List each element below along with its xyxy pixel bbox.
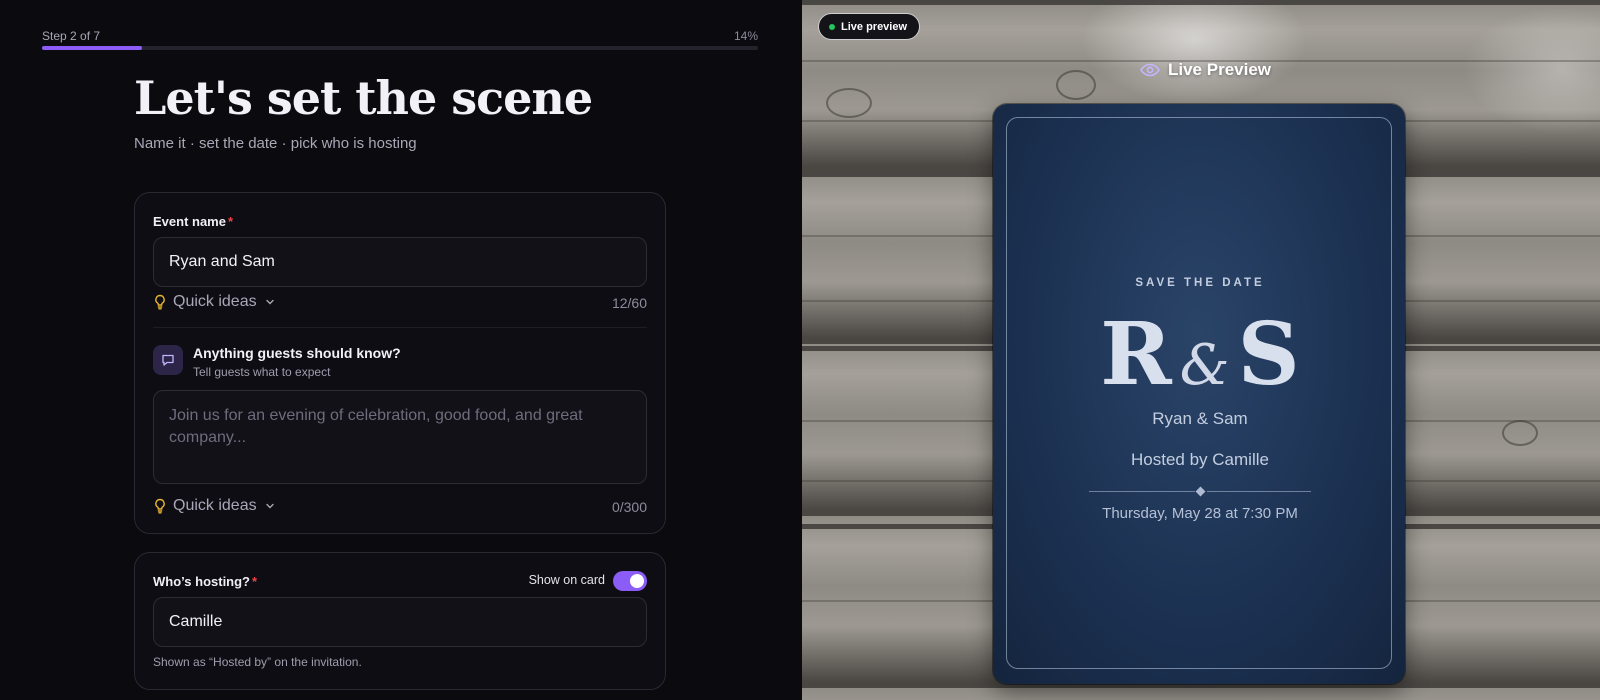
live-preview-title: Live Preview [1168, 60, 1272, 79]
save-the-date-text: SAVE THE DATE [1135, 277, 1265, 289]
form-pane: Step 2 of 7 14% Let's set the scene Name… [0, 0, 802, 700]
show-on-card-toggle[interactable] [613, 571, 647, 591]
event-details-card: Event name * Ryan and Sam Quick ideas 12/… [134, 192, 666, 534]
preview-pane: Live preview Live Preview SAVE THE DATE … [802, 0, 1600, 700]
host-card: Who’s hosting? * Show on card Camille Sho… [134, 552, 666, 690]
progress-percent-label: 14% [733, 29, 758, 43]
event-name-quick-ideas-button[interactable]: Quick ideas [153, 293, 275, 311]
section-divider [153, 327, 647, 328]
host-input[interactable]: Camille [153, 597, 647, 647]
guests-note-textarea[interactable]: Join us for an evening of celebration, g… [153, 390, 647, 484]
host-label: Who’s hosting? * [153, 574, 257, 589]
monogram-right: S [1237, 304, 1300, 405]
monogram-ampersand: & [1179, 333, 1230, 398]
progress-bar [42, 46, 758, 50]
progress-header: Step 2 of 7 14% [42, 29, 758, 43]
guests-note-subtitle: Tell guests what to expect [193, 365, 331, 379]
guests-note-title: Anything guests should know? [193, 345, 401, 361]
required-asterisk: * [227, 214, 234, 229]
divider-rule-left [1089, 491, 1195, 492]
monogram: R &S [1007, 304, 1393, 405]
quick-ideas-label: Quick ideas [173, 293, 257, 310]
plank-seam [802, 0, 1600, 5]
wood-knot [1056, 70, 1096, 100]
event-name-value: Ryan and Sam [169, 253, 275, 270]
page-subtitle: Name it · set the date · pick who is hos… [134, 135, 417, 152]
host-hint: Shown as “Hosted by” on the invitation. [153, 655, 362, 669]
chevron-down-icon [265, 299, 274, 305]
message-square-icon [153, 345, 183, 375]
invitation-card-border: SAVE THE DATE R &S Ryan & Sam Hosted by C… [1006, 117, 1392, 669]
live-preview-heading: Live Preview [1140, 60, 1271, 80]
lightbulb-icon [155, 294, 165, 310]
invitation-hosted-by: Hosted by Camille [1131, 450, 1269, 469]
invitation-names: Ryan & Sam [1152, 409, 1248, 428]
live-preview-badge: Live preview [818, 13, 921, 40]
event-name-label-text: Event name [153, 214, 226, 229]
guests-note-quick-ideas-button[interactable]: Quick ideas [153, 497, 275, 515]
progress-step-label: Step 2 of 7 [42, 29, 101, 43]
wood-knot [1502, 420, 1538, 446]
live-status-dot [829, 24, 835, 30]
lightbulb-icon [155, 498, 165, 514]
invitation-datetime: Thursday, May 28 at 7:30 PM [1102, 505, 1298, 522]
wood-knot [826, 88, 872, 118]
required-asterisk: * [252, 574, 258, 589]
guests-note-placeholder: Join us for an evening of celebration, g… [169, 407, 583, 446]
chevron-down-icon [265, 503, 274, 509]
invitation-card: SAVE THE DATE R &S Ryan & Sam Hosted by C… [993, 104, 1405, 684]
progress-bar-fill [42, 46, 143, 50]
guests-note-char-counter: 0/300 [611, 499, 647, 515]
divider-diamond [1195, 486, 1206, 497]
eye-icon [1140, 63, 1160, 77]
show-on-card-label: Show on card [528, 573, 605, 587]
host-label-text: Who’s hosting? [153, 574, 250, 589]
event-name-label: Event name * [153, 214, 233, 229]
toggle-knob [630, 574, 644, 588]
monogram-left: R [1100, 304, 1172, 405]
page-title: Let's set the scene [134, 71, 593, 125]
divider-rule-right [1207, 491, 1311, 492]
quick-ideas-label: Quick ideas [173, 497, 257, 514]
live-preview-badge-label: Live preview [841, 20, 908, 33]
host-value: Camille [169, 613, 223, 630]
event-name-char-counter: 12/60 [611, 295, 647, 311]
event-name-input[interactable]: Ryan and Sam [153, 237, 647, 287]
